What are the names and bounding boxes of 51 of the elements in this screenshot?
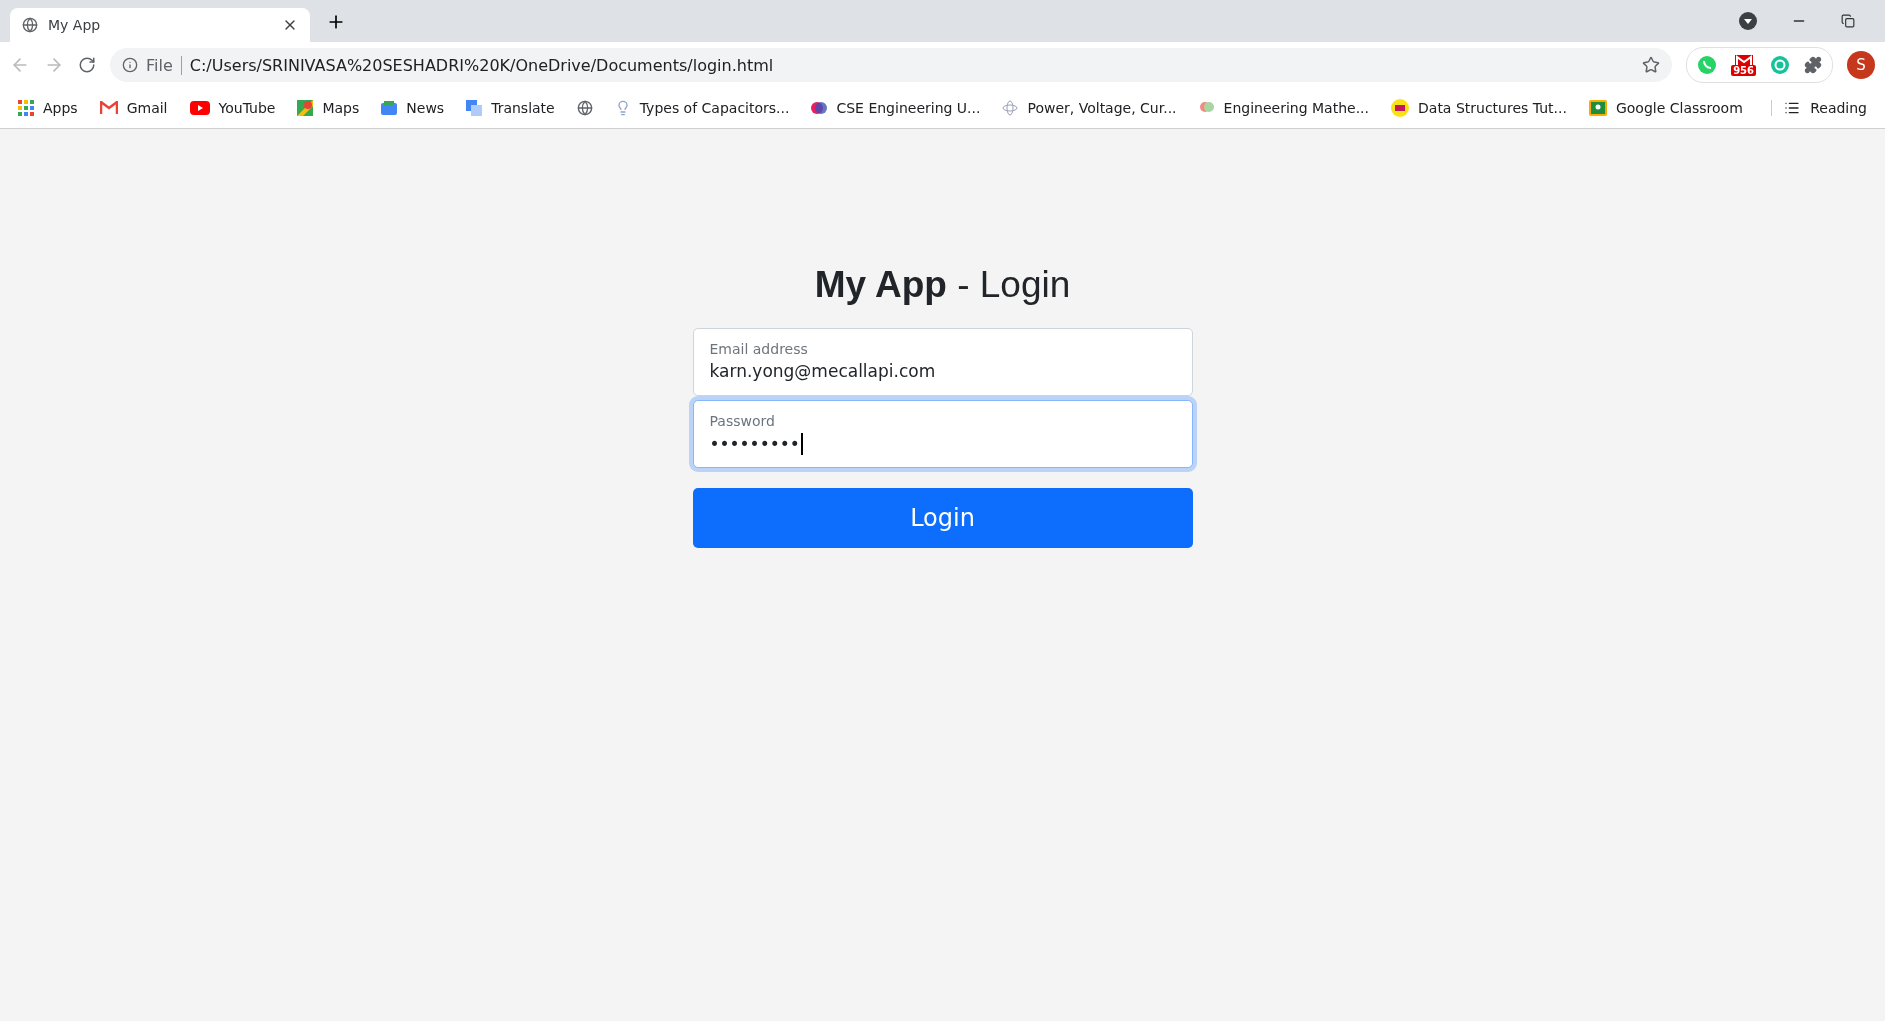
globe-icon [22, 17, 38, 33]
info-icon [122, 57, 138, 73]
browser-tab[interactable]: My App [10, 8, 310, 42]
scheme-label: File [146, 55, 182, 75]
bookmark-link[interactable]: Apps [18, 100, 78, 116]
bookmark-link[interactable]: Gmail [99, 100, 168, 116]
bookmark-link[interactable]: Maps [297, 100, 360, 116]
reload-icon[interactable] [78, 56, 96, 74]
bookmark-label: Data Structures Tut... [1418, 100, 1567, 116]
address-bar[interactable]: File C:/Users/SRINIVASA%20SESHADRI%20K/OneDrive/Documents/login.html [110, 48, 1673, 82]
bookmark-label: Google Classroom [1615, 100, 1743, 116]
puzzle-icon[interactable] [1804, 56, 1822, 74]
bookmark-link[interactable]: YouTube [189, 100, 276, 116]
globe-icon [576, 100, 593, 116]
field-label: Email address [709, 341, 809, 357]
mail-icon[interactable] [1734, 54, 1753, 65]
bookmark-label: Apps [43, 100, 78, 116]
field-value: karn.yong@mecallapi.com [709, 361, 936, 381]
dropdown-icon[interactable] [1739, 12, 1757, 30]
bookmark-link[interactable]: Google Classroom [1588, 100, 1743, 116]
login-button[interactable]: Login [692, 488, 1193, 548]
bookmark-label: YouTube [218, 100, 276, 116]
profile-avatar[interactable]: S [1847, 51, 1875, 79]
news-icon [381, 101, 398, 115]
bookmark-link[interactable]: Data Structures Tut... [1391, 99, 1567, 117]
text-caret [800, 433, 803, 455]
star-icon[interactable] [1642, 56, 1661, 74]
bookmark-link[interactable]: News [381, 100, 445, 116]
classroom-icon [1588, 100, 1607, 116]
bookmark-label: Translate [491, 100, 555, 116]
play-icon [189, 101, 210, 115]
logo-icon [811, 100, 828, 116]
list-icon [1784, 100, 1801, 116]
field-value: ••••••••• [709, 434, 800, 454]
bookmark-link[interactable]: Translate [466, 100, 555, 116]
reading-list-button[interactable]: Reading [1771, 100, 1867, 116]
apps-grid-icon [18, 100, 34, 116]
logo-icon [1391, 99, 1409, 117]
bookmark-label: News [406, 100, 445, 116]
url-text: C:/Users/SRINIVASA%20SESHADRI%20K/OneDrive/Documents/login.html [189, 55, 775, 75]
bookmark-label: Maps [322, 100, 360, 116]
bookmark-label: Gmail [126, 100, 168, 116]
input-field[interactable]: Password ••••••••• [692, 400, 1193, 468]
page-title: My App - Login [814, 264, 1071, 306]
mail-icon [99, 101, 118, 115]
input-field[interactable]: Email address karn.yong@mecallapi.com [692, 328, 1193, 396]
restore-icon[interactable] [1841, 14, 1855, 28]
tab-title: My App [48, 17, 102, 33]
count-badge: 956 [1731, 64, 1756, 76]
atom-icon [1002, 100, 1019, 116]
field-label: Password [709, 413, 776, 429]
